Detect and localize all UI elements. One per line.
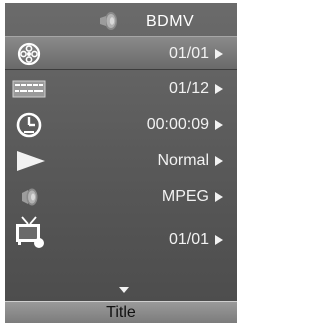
film-reel-icon (17, 42, 41, 66)
chevron-right-icon[interactable] (215, 84, 223, 94)
menu-row-audio[interactable]: MPEG (5, 180, 237, 214)
menu-row-subtitle[interactable]: 01/12 (5, 72, 237, 106)
speaker-icon (22, 188, 38, 206)
play-mode-value: Normal (157, 152, 209, 169)
subtitle-icon (12, 80, 46, 98)
menu-row-play-mode[interactable]: Normal (5, 144, 237, 178)
tv-icon (16, 216, 44, 248)
speaker-icon (100, 12, 117, 30)
osd-screen: BDMV 01/01 01/12 00:00:09 Normal MPEG 01… (5, 3, 237, 301)
title-value: 01/01 (168, 45, 209, 62)
angle-value: 01/01 (168, 231, 209, 248)
menu-row-title[interactable]: 01/01 (5, 36, 237, 70)
menu-row-angle[interactable]: 01/01 (5, 216, 237, 260)
disc-type-label: BDMV (146, 13, 195, 30)
chevron-right-icon[interactable] (215, 120, 223, 130)
clock-icon (16, 112, 42, 138)
chevron-right-icon[interactable] (215, 192, 223, 202)
time-value: 00:00:09 (146, 116, 209, 133)
header: BDMV (5, 3, 237, 36)
subtitle-value: 01/12 (168, 80, 209, 97)
osd-info-panel: BDMV 01/01 01/12 00:00:09 Normal MPEG 01… (0, 0, 242, 323)
audio-value: MPEG (161, 188, 209, 205)
footer-label: Title (106, 304, 136, 321)
chevron-right-icon[interactable] (215, 235, 223, 245)
scroll-down-icon[interactable] (119, 287, 129, 293)
play-icon (17, 151, 45, 171)
chevron-right-icon[interactable] (215, 49, 223, 59)
menu-row-time[interactable]: 00:00:09 (5, 108, 237, 142)
chevron-right-icon[interactable] (215, 156, 223, 166)
footer-bar: Title (5, 301, 237, 323)
